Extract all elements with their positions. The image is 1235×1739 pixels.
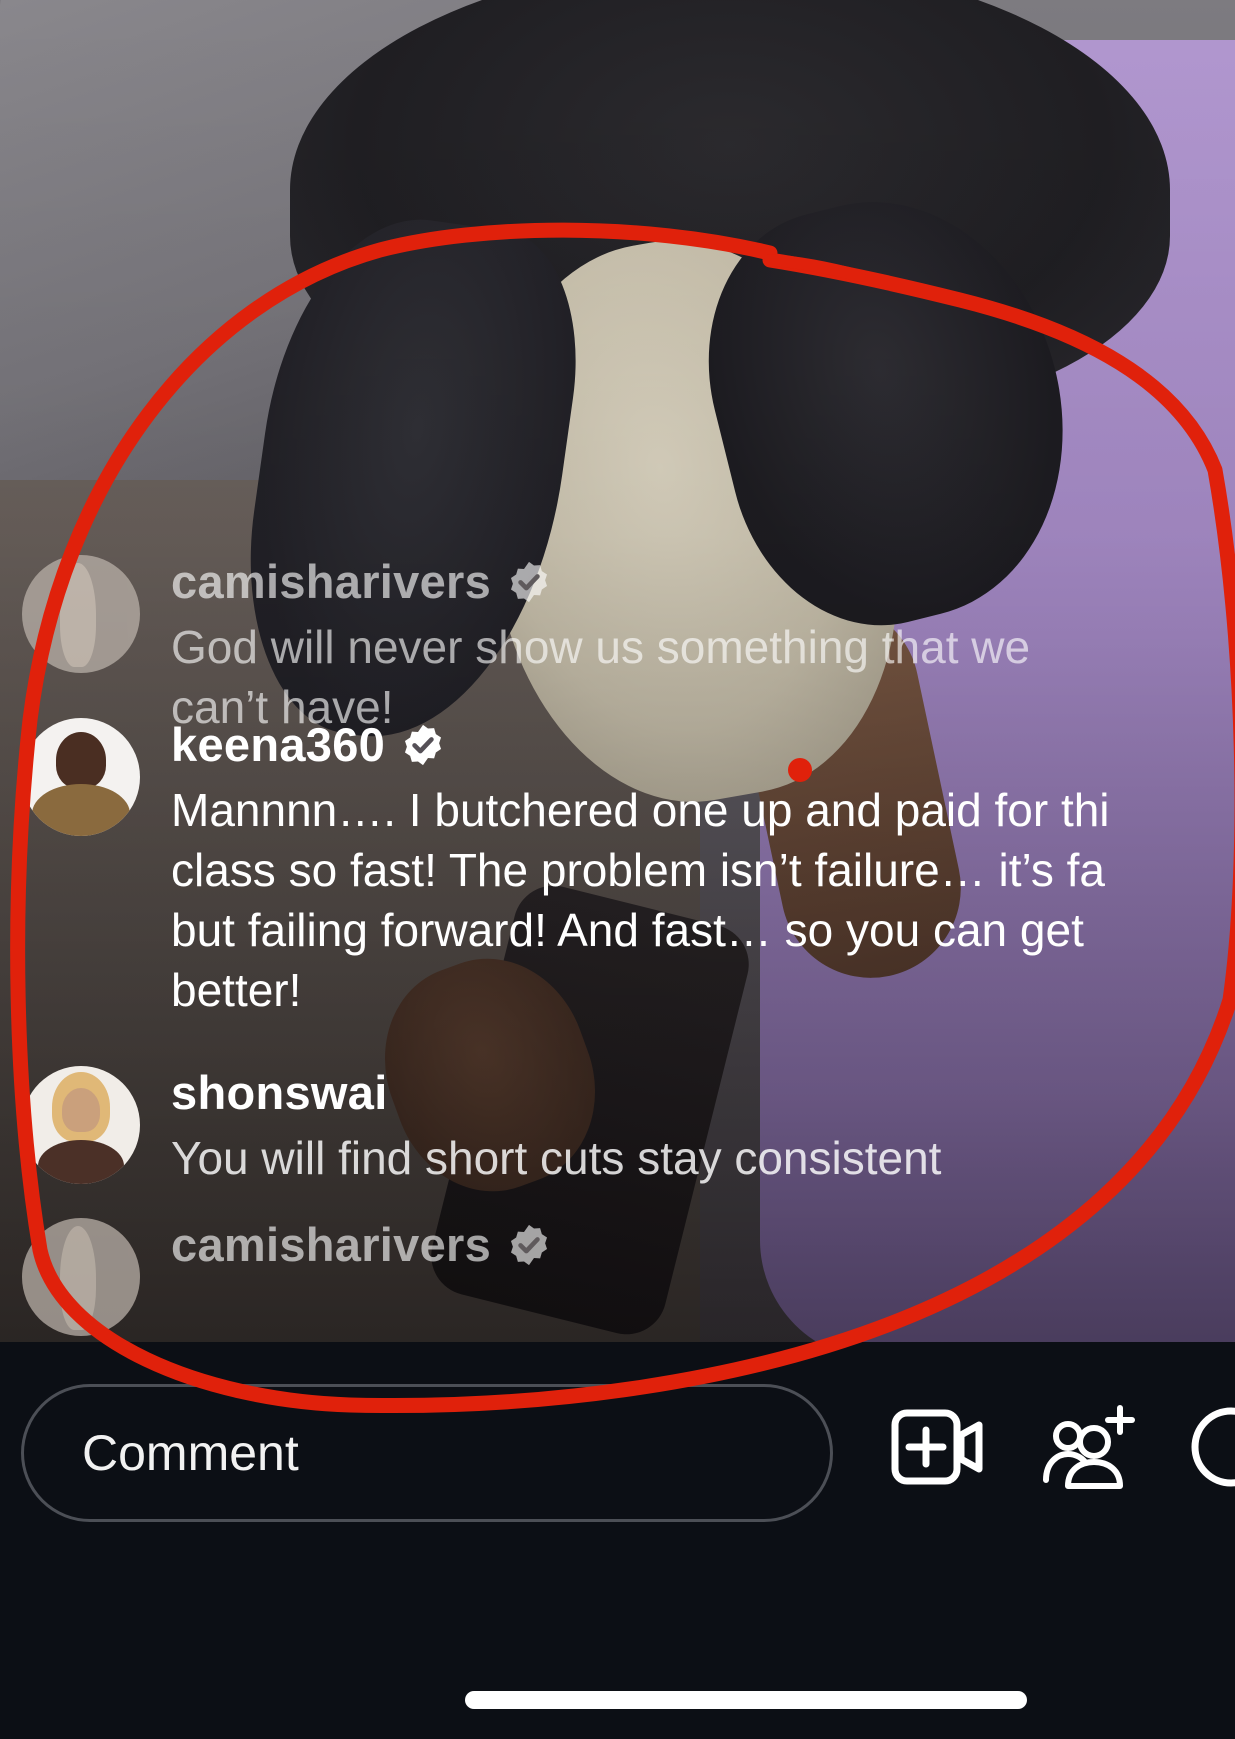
avatar-shonswai[interactable] — [22, 1066, 140, 1184]
more-icon[interactable] — [1185, 1392, 1235, 1502]
comment-input[interactable] — [21, 1384, 833, 1522]
live-comments-list[interactable]: camisharivers God will never show us som… — [0, 540, 1235, 1342]
comment-line: better! — [171, 964, 302, 1016]
live-stream-screen: camisharivers God will never show us som… — [0, 0, 1235, 1739]
invite-people-icon[interactable] — [1030, 1392, 1150, 1502]
avatar-top — [38, 1140, 124, 1184]
comment-line: but failing forward! And fast… so you ca… — [171, 904, 1084, 956]
avatar-camisharivers[interactable] — [22, 555, 140, 673]
comment-username[interactable]: shonswai — [171, 1066, 388, 1119]
comment-line: Mannnn…. I butchered one up and paid for… — [171, 784, 1110, 836]
verified-badge-icon — [510, 1224, 547, 1265]
comment-username[interactable]: camisharivers — [171, 555, 491, 608]
comment-line: You will find short cuts stay consistent — [171, 1132, 942, 1184]
avatar-face — [62, 1088, 100, 1132]
add-video-icon[interactable] — [878, 1392, 998, 1502]
avatar-keena360[interactable] — [22, 718, 140, 836]
comment-text: You will find short cuts stay consistent — [171, 1128, 1235, 1188]
comment-line: class so fast! The problem isn’t failure… — [171, 844, 1106, 896]
comment-header: camisharivers — [171, 554, 552, 610]
comment-header: camisharivers — [171, 1217, 552, 1273]
avatar-figure — [60, 563, 96, 667]
live-bottom-bar — [0, 1342, 1235, 1739]
comment-username[interactable]: keena360 — [171, 718, 385, 771]
verified-badge-icon — [404, 724, 441, 765]
avatar-camisharivers[interactable] — [22, 1218, 140, 1336]
home-indicator[interactable] — [465, 1691, 1027, 1709]
comment-line: God will never show us something that we — [171, 621, 1031, 673]
comment-header: shonswai — [171, 1065, 388, 1121]
comment-username[interactable]: camisharivers — [171, 1218, 491, 1271]
avatar-figure — [60, 1226, 96, 1330]
comment-text: Mannnn…. I butchered one up and paid for… — [171, 780, 1235, 1020]
avatar-face — [56, 732, 106, 788]
comment-header: keena360 — [171, 717, 446, 773]
avatar-leopard-top — [32, 784, 130, 836]
verified-badge-icon — [510, 561, 547, 602]
